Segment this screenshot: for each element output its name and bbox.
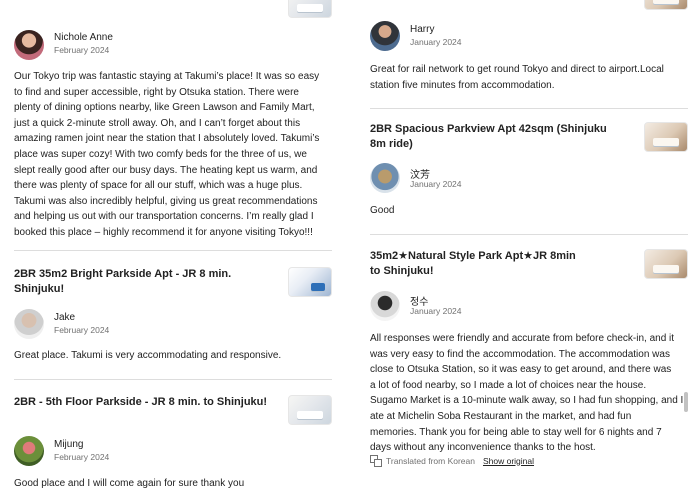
- review-date: February 2024: [54, 45, 110, 55]
- listing-thumbnail[interactable]: [288, 395, 332, 425]
- avatar[interactable]: [370, 291, 400, 321]
- avatar[interactable]: [14, 30, 44, 60]
- reviewer-name: Jake: [54, 312, 76, 323]
- listing-thumbnail[interactable]: [644, 122, 688, 152]
- review-text: Great for rail network to get round Toky…: [370, 64, 664, 91]
- review-date: January 2024: [410, 306, 462, 316]
- avatar[interactable]: [14, 436, 44, 466]
- listing-title[interactable]: 2BR Spacious Parkview Apt 42sqm (Shinjuk…: [370, 122, 635, 152]
- review-date: January 2024: [410, 37, 462, 47]
- review-text: Good place and I will come again for sur…: [14, 478, 245, 489]
- reviewer-name: Harry: [410, 24, 435, 35]
- divider: [370, 108, 688, 109]
- avatar[interactable]: [370, 163, 400, 193]
- review-text: All responses were friendly and accurate…: [370, 333, 684, 454]
- review-text: Our Tokyo trip was fantastic staying at …: [14, 71, 320, 238]
- review-date: February 2024: [54, 452, 110, 462]
- divider: [14, 379, 332, 380]
- translation-note: Translated from Korean Show original: [370, 455, 534, 467]
- listing-title[interactable]: 2BR - 5th Floor Parkside - JR 8 min. to …: [14, 395, 284, 410]
- listing-thumbnail[interactable]: [644, 249, 688, 279]
- reviewer-name: Nichole Anne: [54, 32, 113, 43]
- left-reviews-column: Nichole Anne February 2024 Our Tokyo tri…: [0, 0, 348, 500]
- listing-title[interactable]: 2BR 35m2 Bright Parkside Apt - JR 8 min.…: [14, 267, 284, 297]
- review-text: Good: [370, 205, 395, 216]
- avatar[interactable]: [14, 309, 44, 339]
- avatar[interactable]: [370, 21, 400, 51]
- show-original-link[interactable]: Show original: [483, 456, 534, 466]
- translate-icon: [370, 455, 382, 467]
- review-date: February 2024: [54, 325, 110, 335]
- listing-title[interactable]: 35m2★Natural Style Park Apt★JR 8min to S…: [370, 249, 635, 279]
- right-reviews-column: Harry January 2024 Great for rail networ…: [352, 0, 700, 500]
- divider: [370, 234, 688, 235]
- listing-thumbnail[interactable]: [288, 267, 332, 297]
- review-text: Great place. Takumi is very accommodatin…: [14, 350, 282, 361]
- divider: [14, 250, 332, 251]
- translated-from-label: Translated from Korean: [386, 455, 475, 466]
- scrollbar[interactable]: [684, 392, 688, 412]
- review-date: January 2024: [410, 179, 462, 189]
- listing-thumbnail-top-right[interactable]: [644, 0, 688, 10]
- reviewer-name: Mijung: [54, 439, 84, 450]
- listing-thumbnail-top-left[interactable]: [288, 0, 332, 18]
